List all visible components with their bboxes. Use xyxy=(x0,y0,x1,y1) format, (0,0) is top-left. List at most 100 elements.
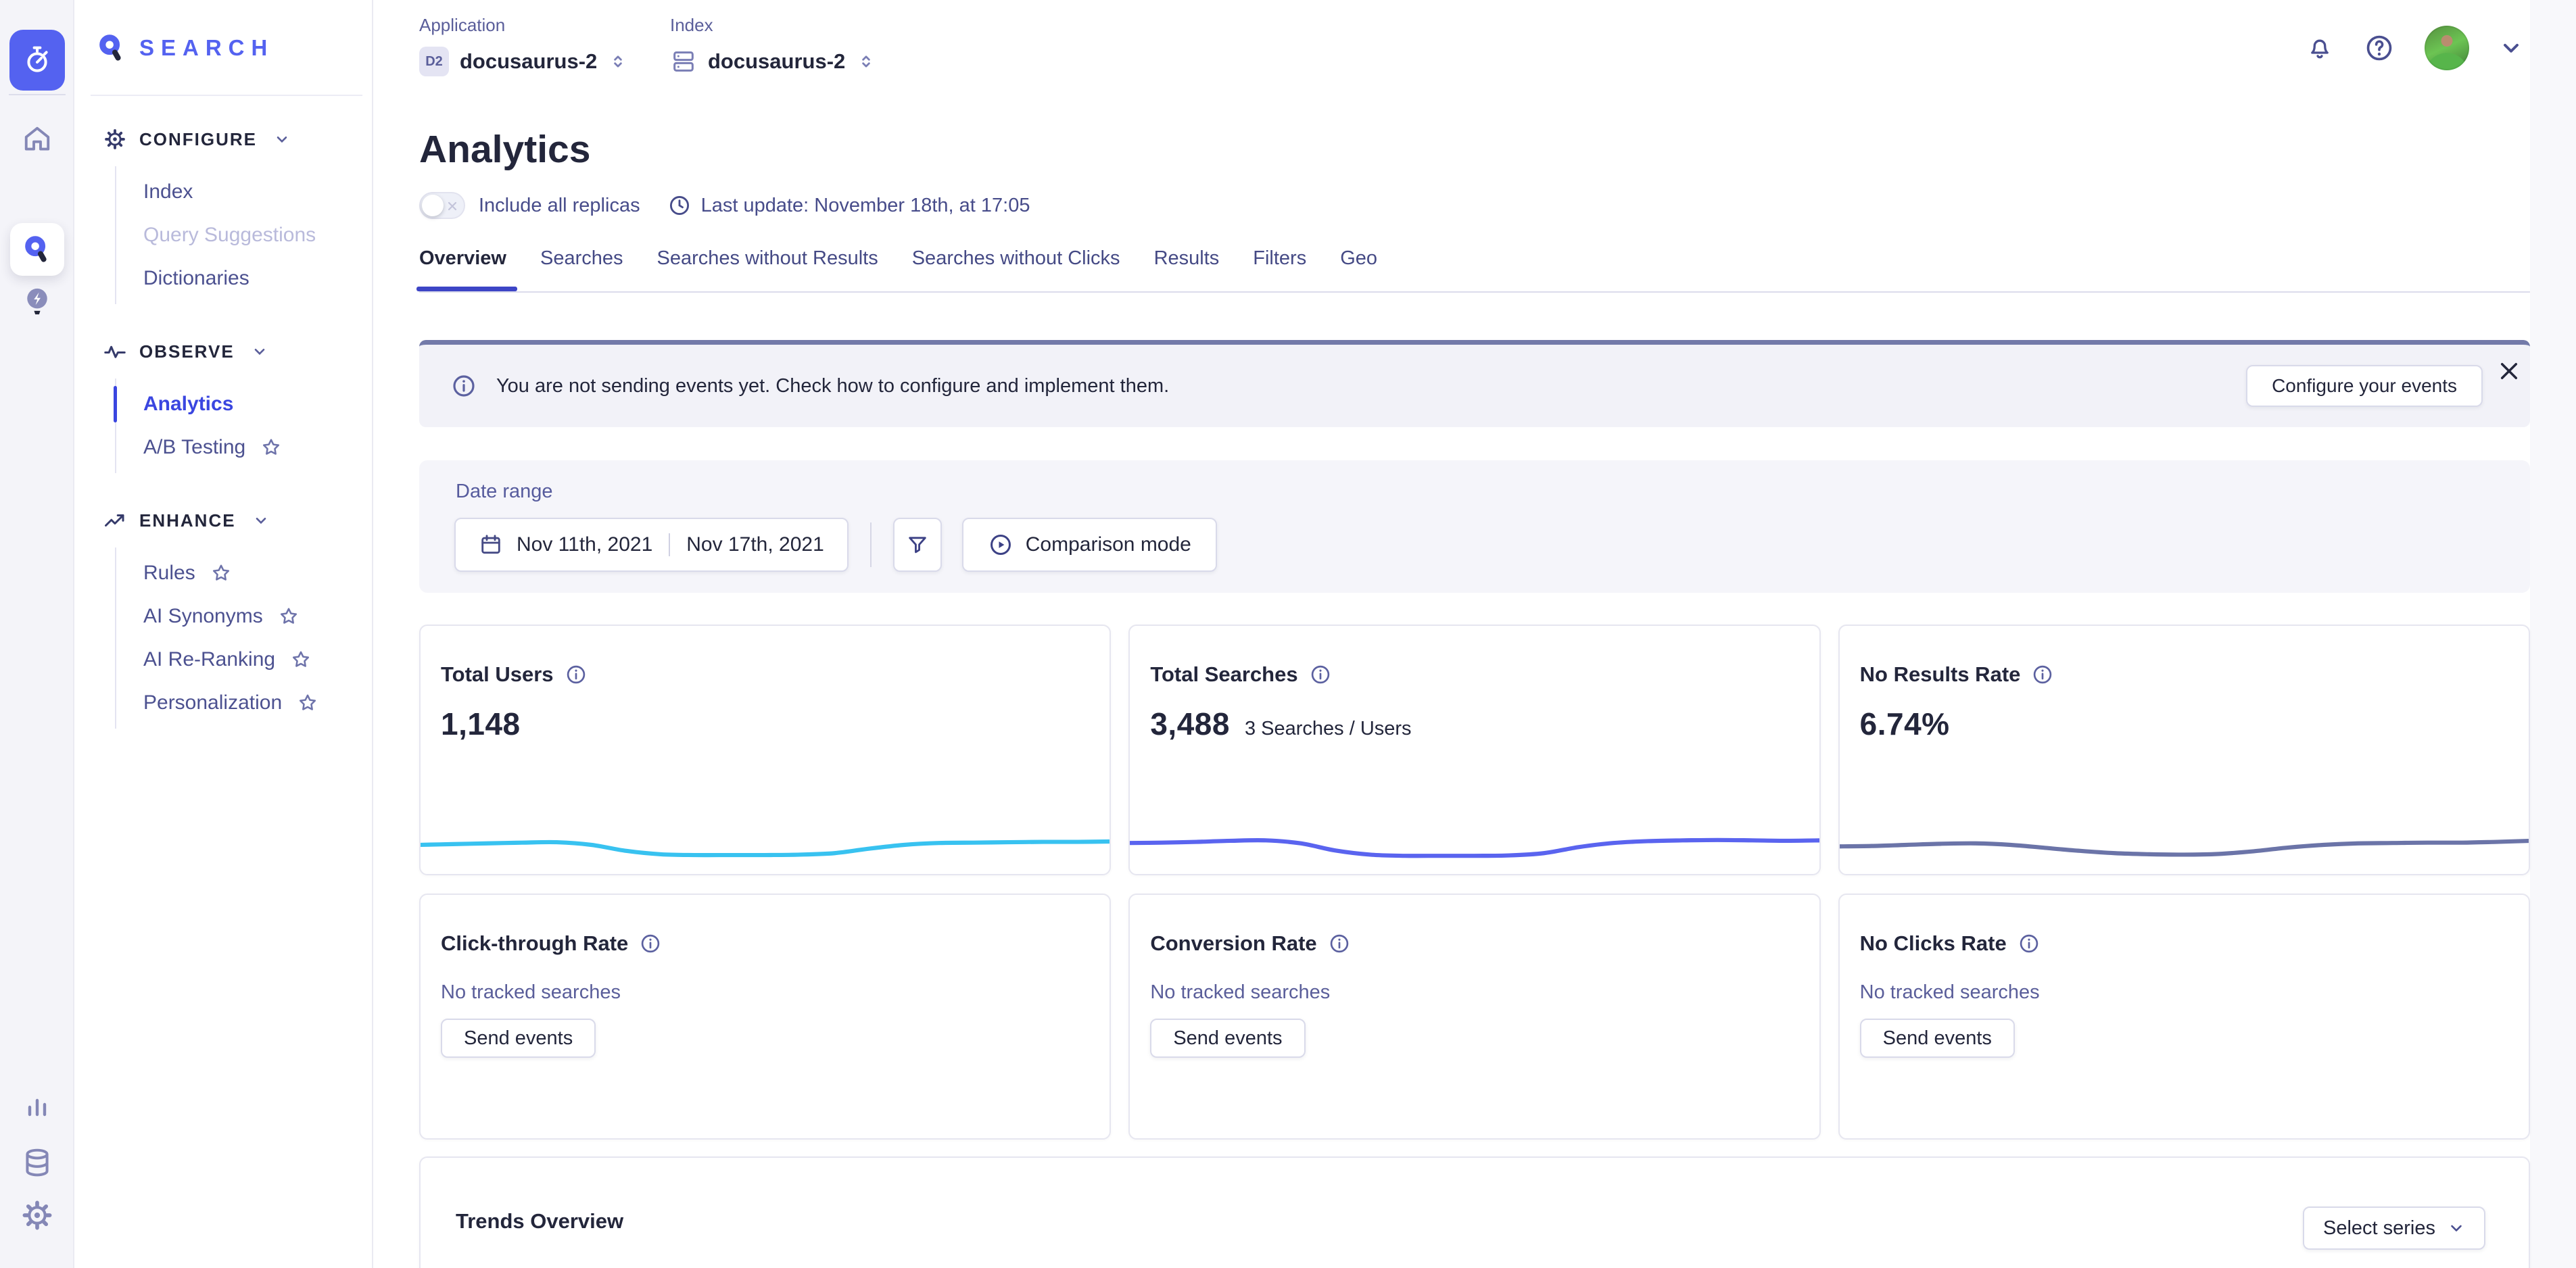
sidebar-group-configure[interactable]: CONFIGURE xyxy=(74,122,372,157)
group-label: CONFIGURE xyxy=(139,129,257,150)
chevron-down-icon xyxy=(252,512,270,529)
send-events-button[interactable]: Send events xyxy=(1860,1019,2015,1058)
filter-funnel-button[interactable] xyxy=(893,518,942,572)
sort-chevrons-icon xyxy=(608,51,628,72)
help-icon[interactable] xyxy=(2364,32,2395,64)
gear-icon xyxy=(103,127,127,151)
comparison-mode-button[interactable]: Comparison mode xyxy=(962,518,1217,572)
select-series-label: Select series xyxy=(2323,1217,2435,1240)
chevron-down-icon xyxy=(2448,1219,2465,1237)
search-logo: SEARCH xyxy=(96,32,274,64)
no-tracked-searches-note: No tracked searches xyxy=(1840,956,2529,1004)
sidebar-item-ai-synonyms[interactable]: AI Synonyms xyxy=(116,595,372,638)
sidebar-item-ab-testing[interactable]: A/B Testing xyxy=(116,426,372,469)
sidebar-item-query-suggestions[interactable]: Query Suggestions xyxy=(116,214,372,257)
tab-geo[interactable]: Geo xyxy=(1340,247,1377,291)
last-update-text: Last update: November 18th, at 17:05 xyxy=(701,195,1030,217)
send-events-button[interactable]: Send events xyxy=(441,1019,596,1058)
star-icon[interactable] xyxy=(260,437,282,458)
database-icon[interactable] xyxy=(0,1146,74,1179)
rail-divider xyxy=(9,94,66,95)
sidebar-item-label: Personalization xyxy=(143,691,282,714)
tab-searches-without-clicks[interactable]: Searches without Clicks xyxy=(912,247,1120,291)
info-icon[interactable] xyxy=(2018,932,2041,955)
info-icon[interactable] xyxy=(639,932,662,955)
chevron-down-icon xyxy=(273,130,291,148)
index-label: Index xyxy=(670,15,876,36)
info-icon[interactable] xyxy=(565,663,588,686)
no-results-rate-sparkline xyxy=(1838,821,2530,869)
recommend-bulb-icon[interactable] xyxy=(0,284,74,319)
group-label: ENHANCE xyxy=(139,510,236,531)
star-icon[interactable] xyxy=(297,692,318,714)
sidebar-item-ai-re-ranking[interactable]: AI Re-Ranking xyxy=(116,638,372,681)
tab-results[interactable]: Results xyxy=(1154,247,1220,291)
sidebar-item-label: Dictionaries xyxy=(143,267,249,290)
sort-chevrons-icon xyxy=(856,51,876,72)
sidebar: SEARCH CONFIGURE Index Que xyxy=(74,0,373,1268)
index-value: docusaurus-2 xyxy=(708,49,845,74)
timer-app-icon[interactable] xyxy=(9,30,65,91)
info-icon[interactable] xyxy=(1328,932,1351,955)
tab-overview[interactable]: Overview xyxy=(419,247,506,291)
include-replicas-toggle[interactable] xyxy=(419,192,465,219)
trends-overview-card: Trends Overview Select series xyxy=(419,1156,2530,1268)
date-range-button[interactable]: Nov 11th, 2021 Nov 17th, 2021 xyxy=(454,518,849,572)
card-title: Total Searches xyxy=(1150,662,1297,687)
sidebar-item-personalization[interactable]: Personalization xyxy=(116,681,372,725)
card-title: Total Users xyxy=(441,662,554,687)
gear-icon[interactable] xyxy=(0,1198,74,1233)
account-chevron-down-icon[interactable] xyxy=(2499,36,2523,60)
page-title: Analytics xyxy=(419,127,590,172)
no-tracked-searches-note: No tracked searches xyxy=(1130,956,1819,1004)
bell-icon[interactable] xyxy=(2306,34,2334,62)
info-icon[interactable] xyxy=(2031,663,2054,686)
send-events-button[interactable]: Send events xyxy=(1150,1019,1305,1058)
sidebar-item-index[interactable]: Index xyxy=(116,170,372,214)
search-logo-text: SEARCH xyxy=(139,35,274,61)
index-select[interactable]: docusaurus-2 xyxy=(670,44,876,79)
tabs-divider xyxy=(419,291,2530,293)
star-icon[interactable] xyxy=(210,562,232,584)
clock-icon xyxy=(667,193,692,218)
search-product-icon[interactable] xyxy=(10,223,64,276)
tab-searches-without-results[interactable]: Searches without Results xyxy=(657,247,878,291)
toggle-knob xyxy=(422,195,444,216)
sidebar-item-label: Analytics xyxy=(143,393,233,416)
close-icon[interactable] xyxy=(2496,358,2522,384)
application-select[interactable]: D2 docusaurus-2 xyxy=(419,44,628,79)
avatar[interactable] xyxy=(2425,26,2469,70)
card-subvalue: 3 Searches / Users xyxy=(1245,718,1412,740)
sidebar-group-observe[interactable]: OBSERVE xyxy=(74,334,372,369)
include-replicas-label: Include all replicas xyxy=(479,195,640,217)
tab-filters[interactable]: Filters xyxy=(1253,247,1306,291)
sidebar-item-rules[interactable]: Rules xyxy=(116,552,372,595)
date-divider xyxy=(669,533,670,556)
sidebar-item-dictionaries[interactable]: Dictionaries xyxy=(116,257,372,300)
select-series-button[interactable]: Select series xyxy=(2303,1206,2485,1250)
tab-searches[interactable]: Searches xyxy=(540,247,623,291)
application-label: Application xyxy=(419,15,628,36)
events-banner: You are not sending events yet. Check ho… xyxy=(419,340,2530,427)
play-circle-icon xyxy=(988,532,1013,558)
sidebar-group-enhance[interactable]: ENHANCE xyxy=(74,503,372,538)
sidebar-item-label: AI Re-Ranking xyxy=(143,648,275,671)
icon-rail xyxy=(0,0,74,1268)
application-selector: Application D2 docusaurus-2 xyxy=(419,15,628,79)
bar-chart-icon[interactable] xyxy=(0,1092,74,1124)
home-icon[interactable] xyxy=(0,122,74,157)
date-end: Nov 17th, 2021 xyxy=(686,533,824,556)
sidebar-item-label: AI Synonyms xyxy=(143,605,263,628)
trend-up-icon xyxy=(103,508,127,533)
chevron-down-icon xyxy=(251,343,268,360)
info-icon[interactable] xyxy=(1309,663,1332,686)
card-title: No Clicks Rate xyxy=(1860,931,2007,956)
star-icon[interactable] xyxy=(290,649,312,670)
configure-events-button[interactable]: Configure your events xyxy=(2246,365,2483,407)
card-value: 6.74% xyxy=(1860,706,1950,742)
stats-row: Total Users 1,148 Total Searches 3,488 3… xyxy=(419,625,2530,875)
star-icon[interactable] xyxy=(278,606,300,627)
pulse-icon xyxy=(103,339,127,364)
sidebar-item-analytics[interactable]: Analytics xyxy=(116,383,372,426)
sidebar-item-label: Index xyxy=(143,180,193,203)
